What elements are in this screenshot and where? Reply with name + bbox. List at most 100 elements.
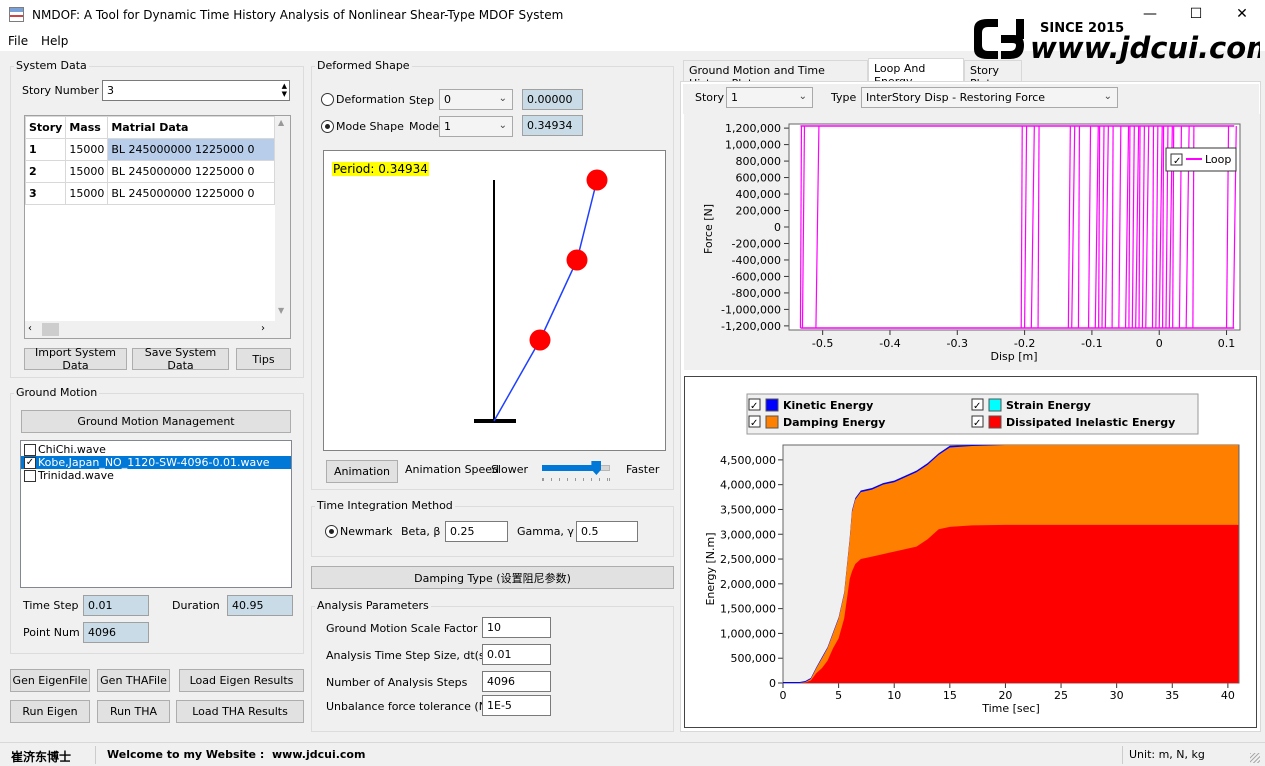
animation-speed-slider[interactable] (538, 458, 614, 486)
story-select-label: Story (695, 91, 725, 104)
analysis-parameters-label: Analysis Parameters (315, 599, 431, 612)
checkbox-checked[interactable]: ✓ (24, 457, 36, 469)
scale-factor-label: Ground Motion Scale Factor (326, 622, 478, 635)
deformed-shape-label: Deformed Shape (315, 59, 412, 72)
spinner-icon[interactable]: ▲ ▼ (282, 82, 287, 98)
system-table: Story Mass Matrial Data 1 15000 BL 24500… (24, 115, 291, 339)
list-item[interactable]: Trinidad.wave (21, 469, 291, 482)
ground-motion-management-button[interactable]: Ground Motion Management (21, 410, 291, 433)
tips-button[interactable]: Tips (236, 348, 291, 370)
row-story: 2 (25, 160, 67, 183)
resize-grip-icon[interactable] (1250, 753, 1260, 763)
status-units: Unit: m, N, kg (1129, 748, 1205, 761)
row-mass: 15000 (65, 160, 109, 183)
loop-legend-check-icon: ✓ (1173, 156, 1181, 167)
slider-thumb[interactable] (591, 461, 602, 475)
unbalance-tolerance-input[interactable]: 1E-5 (482, 695, 551, 716)
vertical-scrollbar[interactable]: ▲ ▼ (275, 116, 290, 321)
logo-text: www.jdcui.com (1030, 31, 1260, 65)
run-eigen-button[interactable]: Run Eigen (10, 700, 90, 723)
chevron-down-icon: ⌄ (798, 91, 807, 102)
energy-ylabel: Energy [N.m] (704, 532, 717, 605)
scroll-left-icon[interactable]: ‹ (28, 323, 32, 334)
row-material[interactable]: BL 245000000 1225000 0 (107, 182, 275, 205)
scale-factor-input[interactable]: 10 (482, 617, 551, 638)
list-item[interactable]: ChiChi.wave (21, 443, 291, 456)
tab-ground-motion-plot[interactable]: Ground Motion and Time History Plot (683, 60, 868, 90)
loop-xtick-label: -0.5 (812, 337, 833, 350)
menu-file[interactable]: File (8, 34, 28, 48)
status-author: 崔济东博士 (11, 750, 72, 764)
energy-xtick-label: 10 (887, 689, 901, 702)
checkbox[interactable] (24, 470, 36, 482)
row-mass: 15000 (65, 182, 109, 205)
scroll-up-icon[interactable]: ▲ (278, 118, 284, 127)
status-divider (95, 746, 96, 764)
gen-thafile-button[interactable]: Gen THAFile (97, 669, 170, 692)
tab-story-plot[interactable]: Story Plot (964, 60, 1022, 90)
loop-xtick-label: -0.2 (1014, 337, 1035, 350)
gen-eigenfile-button[interactable]: Gen EigenFile (10, 669, 90, 692)
load-eigen-results-button[interactable]: Load Eigen Results (179, 669, 304, 692)
time-step-size-input[interactable]: 0.01 (482, 644, 551, 665)
save-system-data-button[interactable]: Save System Data (132, 346, 229, 372)
chevron-down-icon: ⌄ (498, 120, 507, 131)
load-tha-results-button[interactable]: Load THA Results (176, 700, 304, 723)
row-material[interactable]: BL 245000000 1225000 0 (107, 160, 275, 183)
energy-xtick-label: 35 (1165, 689, 1179, 702)
analysis-steps-input[interactable]: 4096 (482, 671, 551, 692)
list-item[interactable]: ✓ Kobe,Japan_NO_1120-SW-4096-0.01.wave (21, 456, 291, 469)
story-2-mass (566, 249, 588, 271)
loop-ytick-label: 1,000,000 (725, 139, 781, 152)
run-tha-button[interactable]: Run THA (97, 700, 170, 723)
horizontal-scrollbar[interactable]: ‹ › (25, 321, 290, 338)
table-row[interactable]: 3 15000 BL 245000000 1225000 0 (25, 182, 275, 205)
energy-xtick-label: 20 (998, 689, 1012, 702)
scroll-right-icon[interactable]: › (261, 323, 265, 334)
menu-help[interactable]: Help (41, 34, 68, 48)
loop-xtick-label: -0.3 (947, 337, 968, 350)
row-story: 3 (25, 182, 67, 205)
damping-type-button[interactable]: Damping Type (设置阻尼参数) (311, 566, 674, 589)
deformation-radio[interactable] (321, 93, 334, 106)
table-row[interactable]: 1 15000 BL 245000000 1225000 0 (25, 138, 275, 161)
slider-fill (542, 465, 597, 471)
type-select-value: InterStory Disp - Restoring Force (866, 91, 1046, 104)
scroll-thumb[interactable] (42, 323, 59, 336)
story-select-value: 1 (731, 91, 738, 104)
loop-ytick-label: -1,200,000 (721, 320, 781, 333)
beta-input[interactable]: 0.25 (445, 521, 508, 542)
ground-motion-list: ChiChi.wave ✓ Kobe,Japan_NO_1120-SW-4096… (20, 440, 292, 588)
chevron-down-icon: ⌄ (498, 93, 507, 104)
energy-ytick-label: 2,500,000 (720, 553, 776, 566)
mode-label: Mode (409, 120, 439, 133)
energy-chart: ✓ Kinetic Energy ✓ Strain Energy ✓ Damping En… (704, 393, 1240, 715)
newmark-radio[interactable] (325, 525, 338, 538)
mode-select[interactable]: 1 ⌄ (439, 116, 513, 137)
beta-label: Beta, β (401, 525, 441, 538)
list-item-label: Trinidad.wave (38, 469, 114, 482)
status-site[interactable]: www.jdcui.com (272, 748, 365, 761)
checkbox[interactable] (24, 444, 36, 456)
import-system-data-button[interactable]: Import System Data (24, 346, 127, 372)
energy-ytick-label: 4,500,000 (720, 454, 776, 467)
row-material[interactable]: BL 245000000 1225000 0 (107, 138, 275, 161)
type-select-label: Type (831, 91, 857, 104)
row-mass: 15000 (65, 138, 109, 161)
scroll-down-icon[interactable]: ▼ (278, 306, 284, 315)
animation-button[interactable]: Animation (326, 460, 398, 483)
gamma-input[interactable]: 0.5 (576, 521, 638, 542)
energy-xtick-label: 25 (1054, 689, 1068, 702)
mode-select-value: 1 (444, 120, 451, 133)
loop-xtick-label: -0.4 (879, 337, 900, 350)
type-select[interactable]: InterStory Disp - Restoring Force ⌄ (861, 87, 1118, 108)
step-select[interactable]: 0 ⌄ (439, 89, 513, 110)
energy-ytick-label: 0 (769, 677, 776, 690)
story-select[interactable]: 1 ⌄ (726, 87, 813, 108)
ground-motion-label: Ground Motion (14, 386, 100, 399)
loop-xtick-label: -0.1 (1081, 337, 1102, 350)
tab-loop-and-energy[interactable]: Loop And Energy (868, 58, 964, 88)
mode-shape-radio[interactable] (321, 120, 334, 133)
story-number-input[interactable]: 3 ▲ ▼ (102, 80, 290, 101)
table-row[interactable]: 2 15000 BL 245000000 1225000 0 (25, 160, 275, 183)
